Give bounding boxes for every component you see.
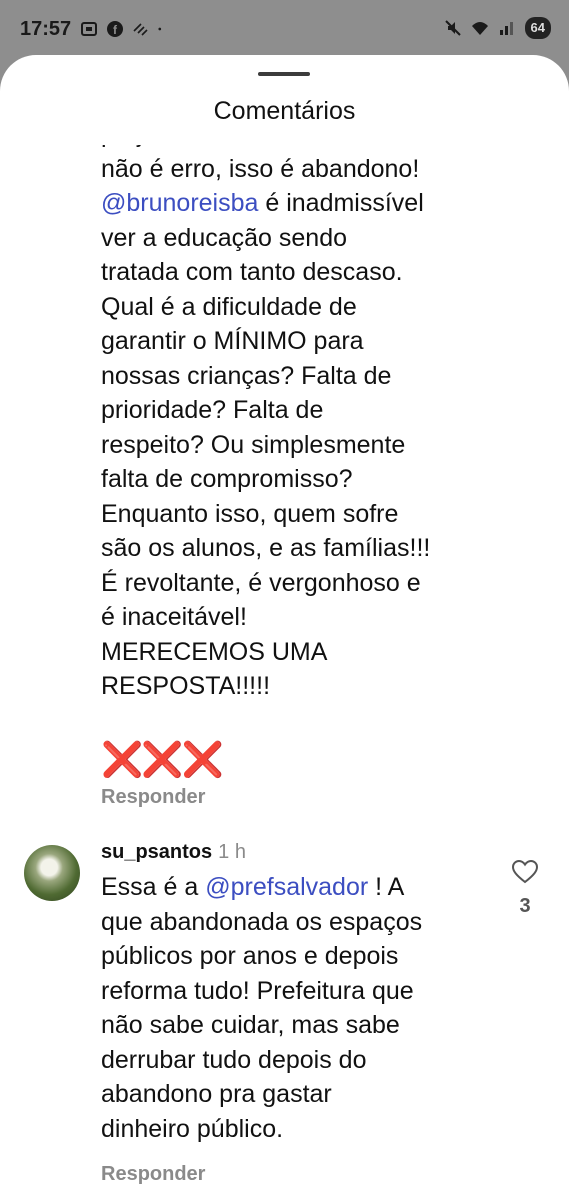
comment-header: su_psantos 1 h: [101, 841, 246, 864]
sheet-title: Comentários: [213, 97, 356, 125]
like-count: 3: [519, 895, 531, 917]
mention-link[interactable]: @brunoreisba: [101, 189, 258, 217]
like-button[interactable]: 3: [508, 859, 542, 918]
status-time: 17:57: [20, 18, 72, 40]
comment-text-part: ! A que abandonada os espaços públicos p…: [101, 873, 423, 1143]
comment-text-part: é inadmissível ver a educação sendo trat…: [101, 189, 431, 700]
facebook-icon: f: [107, 21, 123, 37]
avatar[interactable]: [24, 845, 80, 901]
status-right-icons: 64: [444, 17, 551, 39]
emoji-cross-marks: ❌❌❌: [101, 741, 224, 779]
comments-list[interactable]: projeto Pé na Escola. Isso não é erro, i…: [0, 145, 569, 1200]
comment-text: projeto Pé na Escola. Isso não é erro, i…: [101, 145, 501, 704]
username[interactable]: su_psantos: [101, 841, 212, 863]
comment-text: Essa é a @prefsalvador ! A que abandonad…: [101, 870, 501, 1146]
mention-link[interactable]: @prefsalvador: [205, 873, 368, 901]
comment-text-part: Essa é a: [101, 873, 206, 901]
screenshot-icon: [81, 22, 97, 36]
signal-icon: [499, 22, 513, 35]
comments-sheet[interactable]: Comentários projeto Pé na Escola. Isso n…: [0, 55, 569, 1200]
mute-icon: [444, 20, 461, 36]
comment-text-part: projeto Pé na Escola. Isso não é erro, i…: [101, 145, 420, 183]
wifi-icon: [471, 22, 488, 35]
dot-icon: [158, 27, 162, 31]
status-bar: 17:57 f 64: [0, 0, 569, 60]
timestamp: 1 h: [218, 841, 246, 863]
drag-handle[interactable]: [258, 72, 310, 76]
reply-button[interactable]: Responder: [101, 786, 205, 809]
reply-button[interactable]: Responder: [101, 1163, 205, 1186]
status-left-icons: f: [80, 20, 166, 38]
comment-item: Essa é a @prefsalvador ! A que abandonad…: [101, 870, 501, 1146]
battery-indicator: 64: [524, 17, 551, 39]
wifi-off-icon: [133, 23, 148, 36]
heart-icon[interactable]: [511, 859, 539, 884]
comment-item: projeto Pé na Escola. Isso não é erro, i…: [101, 145, 501, 704]
